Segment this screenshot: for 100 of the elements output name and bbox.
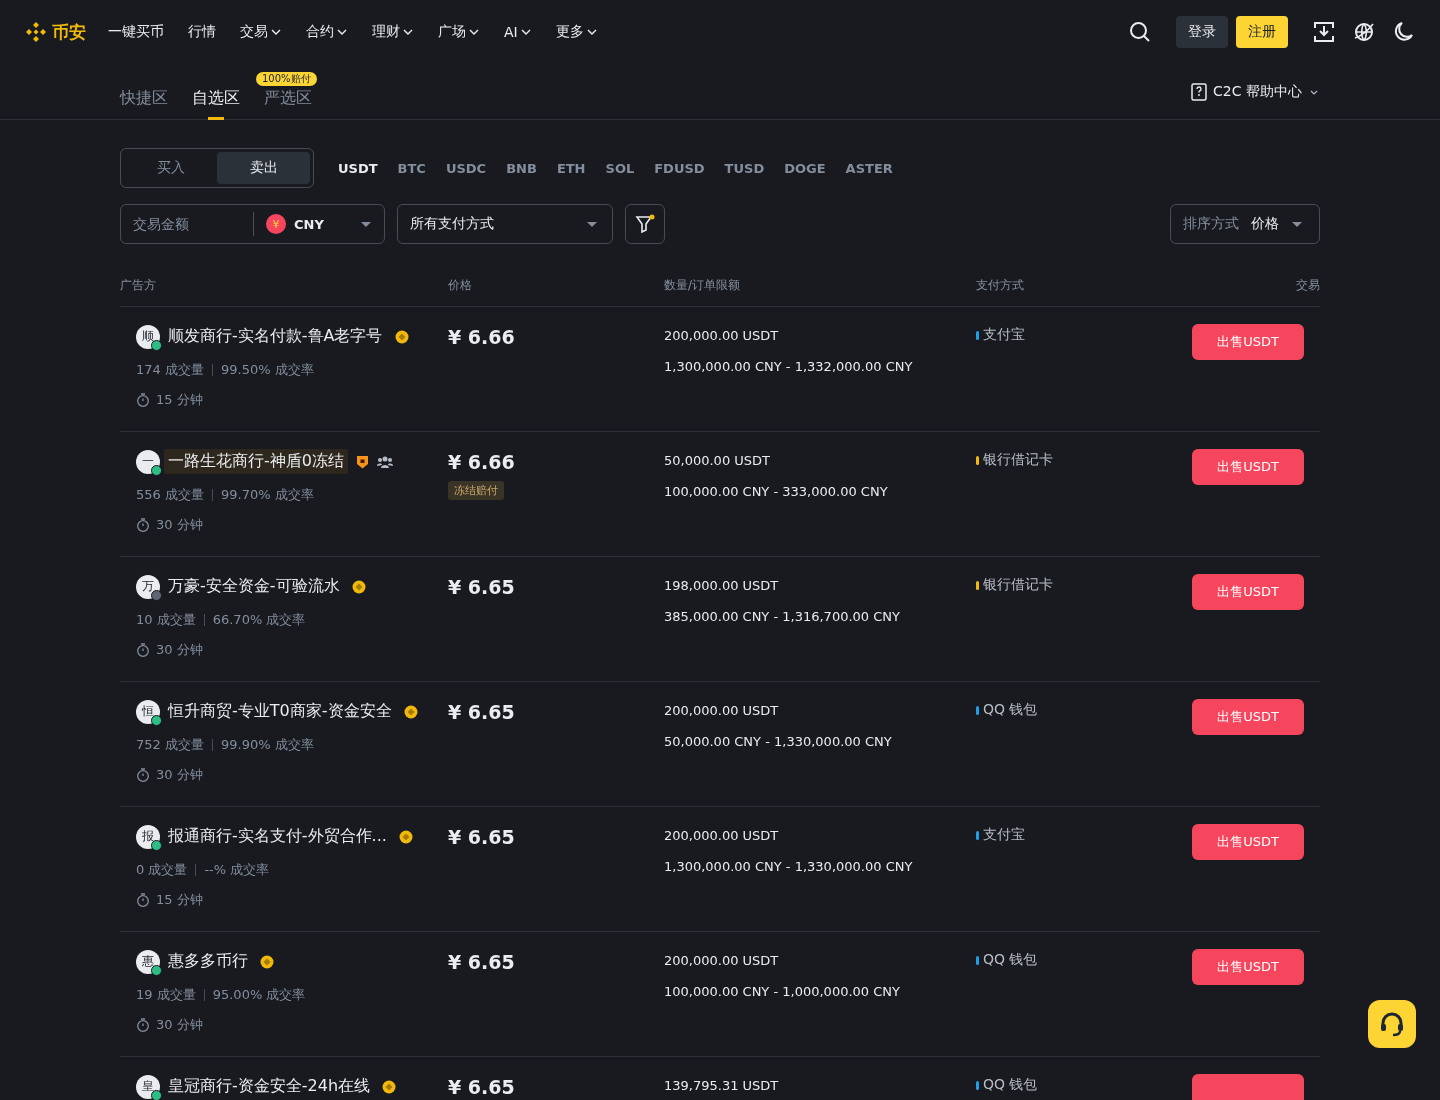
login-button[interactable]: 登录 (1176, 16, 1228, 48)
download-icon[interactable] (1312, 20, 1336, 44)
advertiser-name[interactable]: 万豪-安全资金-可验流水 (164, 574, 344, 599)
asset-tab[interactable]: FDUSD (654, 160, 705, 176)
payment-time: 30 分钟 (156, 641, 203, 659)
avatar: 惠 (136, 949, 160, 974)
nav-item[interactable]: 交易 (240, 23, 282, 41)
available-quantity: 200,000.00 USDT (664, 828, 780, 843)
tab-indicator (208, 116, 224, 120)
filter-icon (635, 214, 655, 234)
zone-tab[interactable]: 自选区 (192, 87, 240, 108)
asset-tab[interactable]: SOL (605, 160, 635, 176)
timer-icon (136, 1018, 150, 1032)
asset-tab[interactable]: USDC (445, 160, 487, 176)
available-quantity: 50,000.00 USDT (664, 453, 771, 468)
asset-tab[interactable]: TUSD (724, 160, 765, 176)
nav-item[interactable]: 广场 (438, 23, 480, 41)
nav-item[interactable]: 更多 (555, 23, 598, 41)
completion-rate: 99.90% 成交率 (220, 736, 314, 754)
asset-tab[interactable]: BTC (397, 160, 426, 176)
filter-button[interactable] (625, 204, 665, 244)
help-book-icon (1191, 82, 1208, 101)
trade-count: 10 成交量 (136, 611, 196, 629)
nav-item[interactable]: 一键买币 (108, 23, 164, 41)
asset-tab[interactable]: DOGE (784, 160, 826, 176)
sell-button[interactable]: 出售USDT (1192, 449, 1304, 485)
sell-button[interactable]: 出售USDT (1192, 824, 1304, 860)
available-quantity: 200,000.00 USDT (664, 703, 780, 718)
nav-item[interactable]: 理财 (372, 23, 414, 41)
select-value: 所有支付方式 (410, 215, 494, 233)
payment-method: 支付宝 (983, 826, 1025, 844)
sell-button[interactable]: 出售USDT (1192, 324, 1304, 360)
nav-item[interactable]: 合约 (306, 23, 348, 41)
payment-time: 30 分钟 (156, 1016, 203, 1034)
price: ¥ 6.65 (448, 826, 516, 848)
price: ¥ 6.65 (448, 1076, 516, 1098)
trade-count: 556 成交量 (136, 486, 204, 504)
caret-icon (360, 220, 372, 228)
avatar: 一 (136, 449, 160, 474)
sell-button[interactable]: 出售USDT (1192, 699, 1304, 735)
logo-text: 币安 (52, 20, 86, 44)
advertiser-name[interactable]: 皇冠商行-资金安全-24h在线 (164, 1074, 375, 1099)
advertiser-name[interactable]: 顺发商行-实名付款-鲁A老字号 (164, 324, 387, 349)
payment-method: 支付宝 (983, 326, 1025, 344)
completion-rate: 66.70% 成交率 (212, 611, 306, 629)
timer-icon (136, 643, 150, 657)
trade-count: 752 成交量 (136, 736, 204, 754)
globe-icon[interactable] (1352, 20, 1376, 44)
order-limit: 1,300,000.00 CNY - 1,332,000.00 CNY (664, 359, 914, 374)
side-tab[interactable]: 卖出 (217, 152, 310, 184)
caret-icon (586, 220, 598, 228)
payment-method: 银行借记卡 (983, 576, 1053, 594)
asset-tab[interactable]: USDT (338, 160, 378, 176)
advertiser-name[interactable]: 一路生花商行-神盾0冻结 (164, 449, 348, 474)
sort-value: 价格 (1251, 215, 1279, 233)
zone-tab[interactable]: 快捷区 (120, 87, 168, 108)
column-header: 广告方 (120, 276, 157, 294)
caret-icon (1291, 220, 1303, 228)
advertiser-name[interactable]: 恒升商贸-专业T0商家-资金安全 (164, 699, 396, 724)
register-button[interactable]: 注册 (1236, 16, 1288, 48)
available-quantity: 200,000.00 USDT (664, 953, 780, 968)
currency-label: CNY (294, 216, 324, 232)
sell-button[interactable]: 出售USDT (1192, 574, 1304, 610)
zone-tab[interactable]: 严选区 (264, 87, 312, 108)
asset-tab[interactable]: ETH (556, 160, 586, 176)
order-limit: 50,000.00 CNY - 1,330,000.00 CNY (664, 734, 893, 749)
trade-count: 0 成交量 (136, 861, 188, 879)
nav-item[interactable]: 行情 (188, 23, 216, 41)
timer-icon (136, 393, 150, 407)
timer-icon (136, 893, 150, 907)
advertiser-name[interactable]: 报通商行-实名支付-外贸合作... (164, 824, 391, 849)
promo-badge: 100%赔付 (256, 71, 317, 86)
trade-count: 19 成交量 (136, 986, 196, 1004)
completion-rate: 95.00% 成交率 (212, 986, 306, 1004)
timer-icon (136, 518, 150, 532)
asset-tab[interactable]: BNB (506, 160, 537, 176)
sort-select[interactable]: 排序方式 价格 (1170, 204, 1320, 244)
support-button[interactable] (1368, 1000, 1416, 1048)
advertiser-name[interactable]: 惠多多币行 (164, 949, 252, 974)
available-quantity: 200,000.00 USDT (664, 328, 780, 343)
sell-button[interactable]: 出售USDT (1192, 949, 1304, 985)
headset-icon (1378, 1010, 1406, 1038)
sort-label: 排序方式 (1183, 215, 1239, 233)
search-icon[interactable] (1128, 20, 1152, 44)
moon-icon[interactable] (1392, 20, 1416, 44)
help-center-link[interactable]: C2C 帮助中心 (1191, 82, 1320, 101)
column-header: 交易 (1296, 276, 1320, 294)
price: ¥ 6.65 (448, 576, 516, 598)
avatar: 皇 (136, 1074, 160, 1099)
nav-item[interactable]: AI (504, 23, 532, 41)
payment-select[interactable]: 所有支付方式 (397, 204, 613, 244)
payment-time: 30 分钟 (156, 766, 203, 784)
side-tab[interactable]: 买入 (124, 152, 217, 184)
available-quantity: 198,000.00 USDT (664, 578, 780, 593)
amount-input[interactable]: 交易金额 (133, 216, 253, 232)
trade-count: 174 成交量 (136, 361, 204, 379)
logo-icon (24, 20, 48, 44)
price: ¥ 6.65 (448, 701, 516, 723)
payment-time: 15 分钟 (156, 891, 203, 909)
asset-tab[interactable]: ASTER (845, 160, 893, 176)
